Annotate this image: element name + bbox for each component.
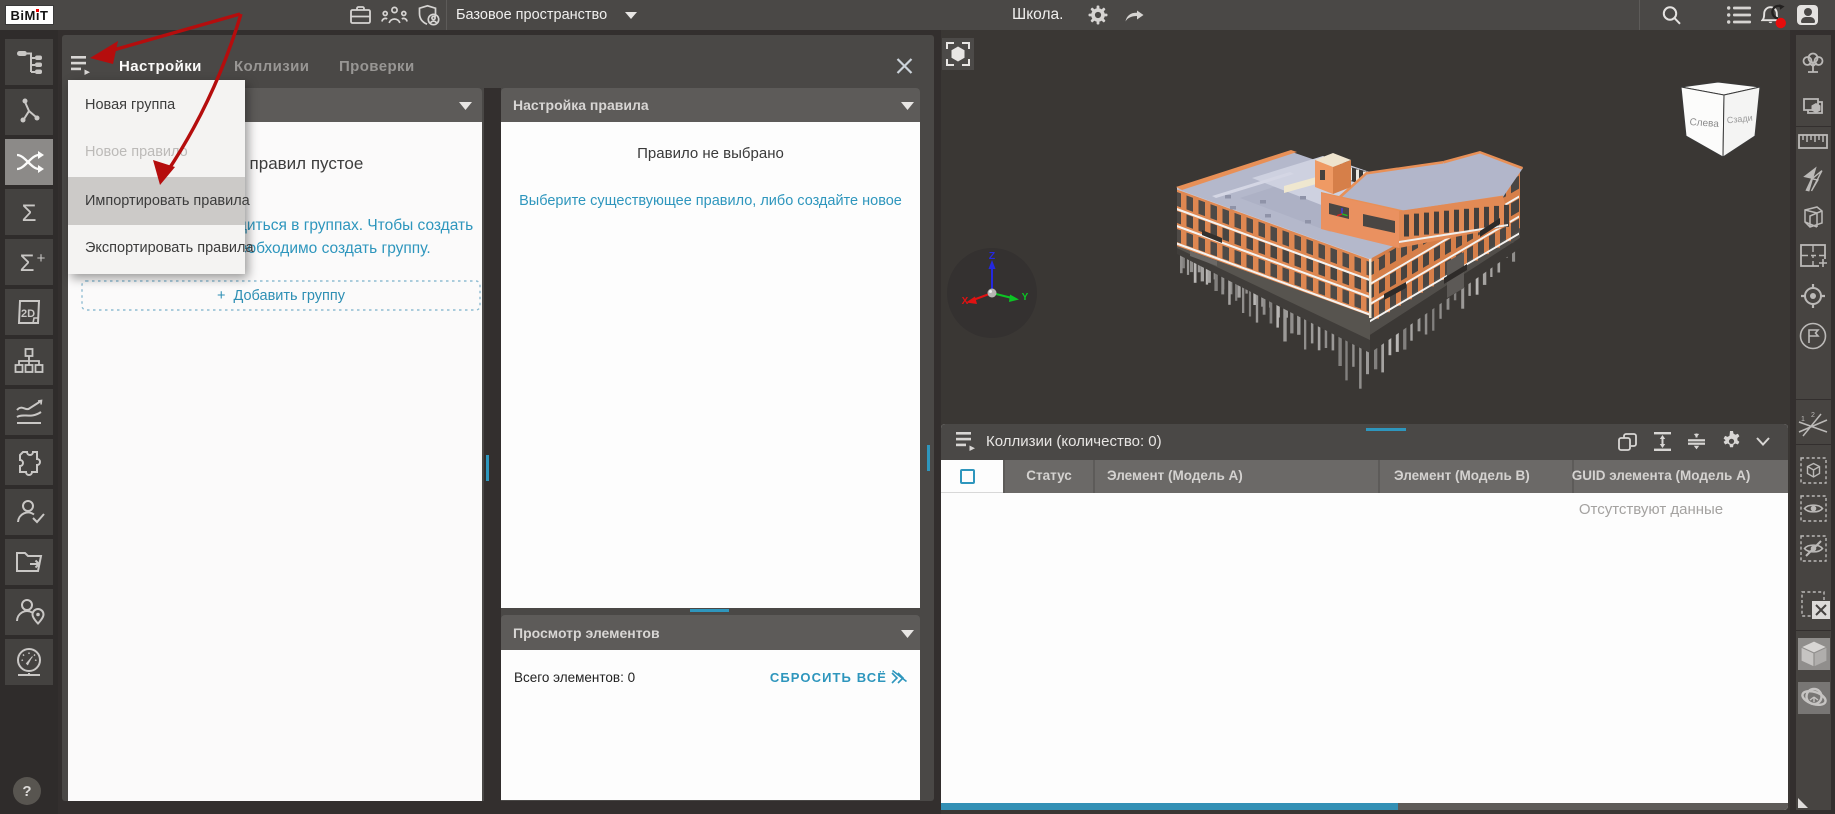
svg-text:Y: Y — [1022, 292, 1029, 303]
svg-text:1: 1 — [1801, 416, 1805, 423]
svg-text:Z: Z — [989, 250, 996, 262]
svg-text:X: X — [962, 296, 969, 307]
svg-text:Слева: Слева — [1689, 117, 1720, 130]
svg-text:2D: 2D — [21, 308, 35, 320]
svg-text:Σ: Σ — [20, 250, 35, 277]
svg-text:+: + — [37, 250, 46, 267]
svg-text:2: 2 — [1811, 412, 1815, 419]
svg-text:Σ: Σ — [22, 200, 37, 227]
